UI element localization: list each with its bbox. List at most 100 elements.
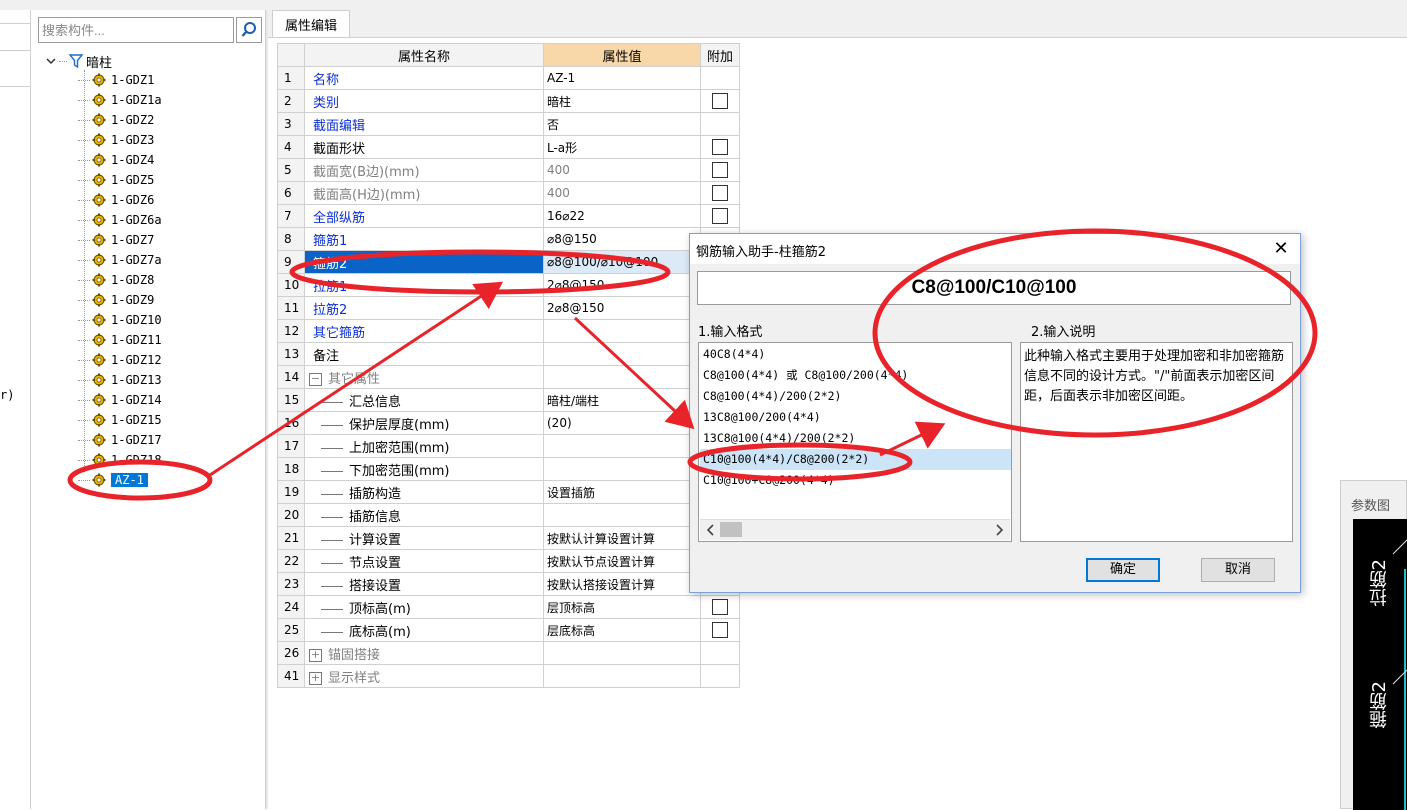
expand-icon[interactable]: + [309, 671, 322, 685]
format-list-item[interactable]: C8@100(4*4) 或 C8@100/200(4*4) [700, 365, 1011, 386]
property-value[interactable]: (20) [543, 411, 701, 435]
extra-cell[interactable] [700, 158, 740, 182]
property-name-cell[interactable]: 名称 [304, 66, 544, 90]
chevron-down-icon[interactable] [44, 54, 58, 68]
property-row[interactable]: 6 截面高(H边)(mm) 400 [277, 181, 740, 205]
tree-item[interactable]: 1-GDZ13 [78, 370, 162, 390]
property-name-cell[interactable]: 截面形状 [304, 135, 544, 159]
property-row[interactable]: 24 顶标高(m) 层顶标高 [277, 595, 740, 619]
property-name-cell[interactable]: 截面高(H边)(mm) [304, 181, 544, 205]
formula-field[interactable]: C8@100/C10@100 [697, 271, 1291, 305]
extra-cell[interactable] [700, 135, 740, 159]
scrollbar-thumb[interactable] [720, 522, 742, 537]
property-name-cell[interactable]: 插筋信息 [304, 503, 544, 527]
tree-item[interactable]: 1-GDZ17 [78, 430, 162, 450]
collapse-icon[interactable]: − [309, 372, 322, 386]
tree-item[interactable]: 1-GDZ7 [78, 230, 154, 250]
property-value[interactable]: 按默认计算设置计算 [543, 526, 701, 550]
extra-checkbox[interactable] [712, 139, 728, 155]
tree-item[interactable]: 1-GDZ1a [78, 90, 162, 110]
property-row[interactable]: 14− 其它属性 [277, 365, 740, 389]
cancel-button[interactable]: 取消 [1201, 558, 1275, 582]
property-value[interactable]: L-a形 [543, 135, 701, 159]
tree-item[interactable]: 1-GDZ10 [78, 310, 162, 330]
extra-cell[interactable] [700, 181, 740, 205]
property-value[interactable]: 400 [543, 158, 701, 182]
property-row[interactable]: 41 + 显示样式 [277, 664, 740, 688]
property-row[interactable]: 9 箍筋2 ⌀8@100/⌀10@100 [277, 250, 740, 274]
property-value[interactable]: 2⌀8@150 [543, 296, 701, 320]
property-name-cell[interactable]: 下加密范围(mm) [304, 457, 544, 481]
tab-property-edit[interactable]: 属性编辑 [272, 10, 350, 37]
format-list-item[interactable]: 13C8@100(4*4)/200(2*2) [700, 428, 1011, 449]
property-value[interactable]: 否 [543, 112, 701, 136]
tree-item[interactable]: AZ-1 [78, 470, 148, 490]
format-list-item[interactable]: C8@100(4*4)/200(2*2) [700, 386, 1011, 407]
property-row[interactable]: 26 + 锚固搭接 [277, 641, 740, 665]
scroll-left-icon[interactable] [702, 521, 720, 539]
scroll-right-icon[interactable] [990, 521, 1008, 539]
tree-item[interactable]: 1-GDZ18 [78, 450, 162, 470]
format-list-item[interactable]: C10@100+C8@200(4*4) [700, 470, 1011, 491]
property-value[interactable] [543, 664, 701, 688]
tree-item[interactable]: 1-GDZ12 [78, 350, 162, 370]
property-value[interactable] [543, 342, 701, 366]
extra-cell[interactable] [700, 204, 740, 228]
format-list[interactable]: 40C8(4*4) C8@100(4*4) 或 C8@100/200(4*4) C8… [698, 342, 1012, 542]
property-value[interactable]: 2⌀8@150 [543, 273, 701, 297]
property-value[interactable] [543, 319, 701, 343]
extra-checkbox[interactable] [712, 622, 728, 638]
extra-checkbox[interactable] [712, 208, 728, 224]
property-name-cell[interactable]: − 其它属性 [304, 365, 544, 389]
property-name-cell[interactable]: 箍筋2 [304, 250, 544, 274]
property-name-cell[interactable]: 拉筋2 [304, 296, 544, 320]
extra-checkbox[interactable] [712, 93, 728, 109]
property-value[interactable]: ⌀8@150 [543, 227, 701, 251]
property-row[interactable]: 20 插筋信息 [277, 503, 740, 527]
property-row[interactable]: 22 节点设置 按默认节点设置计算 [277, 549, 740, 573]
property-row[interactable]: 21 计算设置 按默认计算设置计算 [277, 526, 740, 550]
format-list-item[interactable]: C10@100(4*4)/C8@200(2*2) [700, 449, 1011, 470]
property-row[interactable]: 4 截面形状 L-a形 [277, 135, 740, 159]
property-name-cell[interactable]: 其它箍筋 [304, 319, 544, 343]
expand-icon[interactable]: + [309, 648, 322, 662]
property-name-cell[interactable]: 类别 [304, 89, 544, 113]
tree-item[interactable]: 1-GDZ5 [78, 170, 154, 190]
tree-item[interactable]: 1-GDZ2 [78, 110, 154, 130]
extra-checkbox[interactable] [712, 162, 728, 178]
ok-button[interactable]: 确定 [1086, 558, 1160, 582]
extra-cell[interactable] [700, 89, 740, 113]
property-row[interactable]: 8 箍筋1 ⌀8@150 [277, 227, 740, 251]
tree-item[interactable]: 1-GDZ6a [78, 210, 162, 230]
property-row[interactable]: 10 拉筋1 2⌀8@150 [277, 273, 740, 297]
property-value[interactable] [543, 457, 701, 481]
property-value[interactable]: 按默认搭接设置计算 [543, 572, 701, 596]
property-row[interactable]: 5 截面宽(B边)(mm) 400 [277, 158, 740, 182]
property-value[interactable]: AZ-1 [543, 66, 701, 90]
tree-item[interactable]: 1-GDZ14 [78, 390, 162, 410]
property-name-cell[interactable]: 全部纵筋 [304, 204, 544, 228]
property-name-cell[interactable]: 截面宽(B边)(mm) [304, 158, 544, 182]
tree-item[interactable]: 1-GDZ7a [78, 250, 162, 270]
property-row[interactable]: 13 备注 [277, 342, 740, 366]
property-name-cell[interactable]: 箍筋1 [304, 227, 544, 251]
tree-item[interactable]: 1-GDZ9 [78, 290, 154, 310]
property-name-cell[interactable]: 上加密范围(mm) [304, 434, 544, 458]
property-value[interactable]: 设置插筋 [543, 480, 701, 504]
property-row[interactable]: 11 拉筋2 2⌀8@150 [277, 296, 740, 320]
property-value[interactable]: 按默认节点设置计算 [543, 549, 701, 573]
property-value[interactable]: 层底标高 [543, 618, 701, 642]
property-value[interactable] [543, 503, 701, 527]
property-name-cell[interactable]: 搭接设置 [304, 572, 544, 596]
tree-item[interactable]: 1-GDZ3 [78, 130, 154, 150]
tree-item[interactable]: 1-GDZ11 [78, 330, 162, 350]
property-row[interactable]: 2 类别 暗柱 [277, 89, 740, 113]
tree-item[interactable]: 1-GDZ8 [78, 270, 154, 290]
property-value[interactable]: 层顶标高 [543, 595, 701, 619]
property-name-cell[interactable]: + 锚固搭接 [304, 641, 544, 665]
tree-item[interactable]: 1-GDZ15 [78, 410, 162, 430]
property-value[interactable]: 16⌀22 [543, 204, 701, 228]
property-name-cell[interactable]: 备注 [304, 342, 544, 366]
property-row[interactable]: 12 其它箍筋 [277, 319, 740, 343]
property-row[interactable]: 25 底标高(m) 层底标高 [277, 618, 740, 642]
